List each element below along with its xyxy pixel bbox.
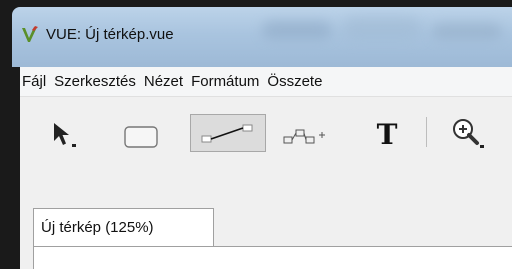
toolbar: T: [20, 97, 512, 161]
menu-format[interactable]: Formátum: [187, 73, 263, 90]
menu-bar: Fájl Szerkesztés Nézet Formátum Összete: [20, 67, 512, 97]
menu-view[interactable]: Nézet: [140, 73, 187, 90]
window-titlebar: VUE: Új térkép.vue: [12, 7, 512, 67]
zoom-in-icon[interactable]: [450, 117, 494, 151]
rectangle-node-icon[interactable]: [123, 125, 161, 151]
window-title: VUE: Új térkép.vue: [46, 26, 174, 43]
text-tool-icon[interactable]: T: [372, 119, 402, 149]
tab-map[interactable]: Új térkép (125%): [33, 208, 214, 246]
menu-edit[interactable]: Szerkesztés: [50, 73, 140, 90]
vue-logo-icon: [22, 26, 38, 42]
map-canvas[interactable]: [33, 246, 512, 269]
toolbar-divider: [426, 117, 427, 147]
app-client-area: Fájl Szerkesztés Nézet Formátum Összete: [20, 67, 512, 269]
menu-content[interactable]: Összete: [263, 73, 326, 90]
tab-area: Új térkép (125%): [20, 161, 512, 269]
tab-label: Új térkép (125%): [41, 219, 154, 236]
text-tool-label: T: [377, 119, 398, 149]
link-connector-icon: [201, 124, 253, 143]
node-link-tool-icon[interactable]: [282, 125, 332, 151]
selection-arrow-icon[interactable]: [50, 119, 84, 151]
link-tool-button[interactable]: [190, 114, 266, 152]
menu-file[interactable]: Fájl: [20, 73, 50, 90]
